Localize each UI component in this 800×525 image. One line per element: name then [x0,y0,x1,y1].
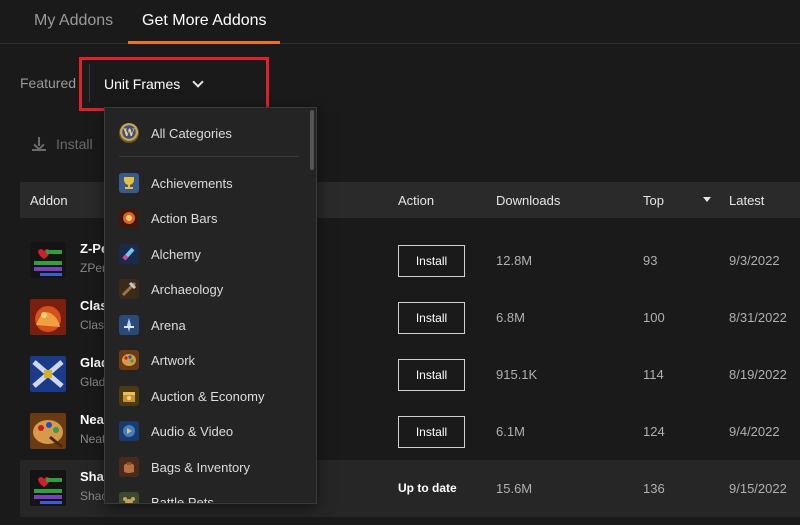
addon-author: Clas [80,318,105,332]
category-item-label: Arena [151,317,186,333]
wow-logo-icon: W [119,123,139,143]
category-item-label: Archaeology [151,281,224,297]
archaeology-icon [119,279,139,299]
category-item-label: All Categories [151,125,232,141]
install-selected-button[interactable]: Install [32,136,93,152]
category-item-action-bars[interactable]: Action Bars [119,206,217,230]
category-item-all-categories[interactable]: W All Categories [119,121,232,145]
addon-thumbnail [30,413,66,449]
column-header-action[interactable]: Action [398,193,434,208]
category-item-label: Achievements [151,175,233,191]
install-button[interactable]: Install [398,302,465,334]
arena-icon [119,315,139,335]
category-item-label: Bags & Inventory [151,459,250,475]
achievements-icon [119,173,139,193]
tab-my-addons[interactable]: My Addons [34,12,113,30]
category-item-label: Audio & Video [151,423,234,439]
alchemy-icon [119,244,139,264]
downloads-cell: 6.1M [496,424,525,439]
action-bars-icon [119,208,139,228]
install-button[interactable]: Install [398,359,465,391]
column-header-top[interactable]: Top [643,193,664,208]
sort-descending-icon[interactable] [703,197,711,202]
column-header-addon[interactable]: Addon [30,193,68,208]
up-to-date-status: Up to date [398,481,457,495]
category-item-alchemy[interactable]: Alchemy [119,242,201,266]
category-item-artwork[interactable]: Artwork [119,348,195,372]
downloads-cell: 12.8M [496,253,533,268]
addon-author: ZPer [80,261,107,275]
top-cell: 93 [643,253,658,268]
artwork-icon [119,350,139,370]
column-header-downloads[interactable]: Downloads [496,193,560,208]
install-button[interactable]: Install [398,416,465,448]
column-header-latest[interactable]: Latest [729,193,764,208]
category-item-arena[interactable]: Arena [119,313,186,337]
category-item-bags-inventory[interactable]: Bags & Inventory [119,455,250,479]
category-item-achievements[interactable]: Achievements [119,171,233,195]
category-dropdown[interactable]: Unit Frames [104,74,204,94]
addon-thumbnail [30,299,66,335]
latest-cell: 8/31/2022 [729,310,787,325]
filter-separator [89,64,90,102]
category-item-battle-pets[interactable]: Battle Pets [119,490,214,504]
dropdown-divider [119,156,299,157]
downloads-cell: 6.8M [496,310,525,325]
dropdown-scrollbar[interactable] [310,110,314,170]
latest-cell: 9/15/2022 [729,481,787,496]
downloads-cell: 15.6M [496,481,533,496]
addon-thumbnail [30,242,66,278]
category-item-label: Auction & Economy [151,388,265,404]
addon-thumbnail [30,356,66,392]
downloads-cell: 915.1K [496,367,538,382]
latest-cell: 9/4/2022 [729,424,780,439]
category-item-label: Alchemy [151,246,201,262]
audio-video-icon [119,421,139,441]
active-tab-indicator [128,41,280,44]
top-cell: 100 [643,310,665,325]
featured-filter-label[interactable]: Featured [20,75,76,91]
chevron-down-icon [192,76,204,88]
download-icon [32,137,46,151]
category-dropdown-menu[interactable]: W All Categories Achievements Action Bar… [104,107,317,504]
install-selected-label: Install [56,136,93,152]
addon-author: Neat [80,432,106,446]
tab-get-more-addons[interactable]: Get More Addons [142,12,267,30]
category-item-archaeology[interactable]: Archaeology [119,277,223,301]
top-cell: 136 [643,481,665,496]
latest-cell: 8/19/2022 [729,367,787,382]
addon-thumbnail [30,470,66,506]
category-item-auction-economy[interactable]: Auction & Economy [119,384,264,408]
category-item-audio-video[interactable]: Audio & Video [119,419,233,443]
addon-author: Glad [80,375,106,389]
top-cell: 124 [643,424,665,439]
category-dropdown-value: Unit Frames [104,76,181,92]
category-item-label: Action Bars [151,210,218,226]
category-item-label: Artwork [151,352,196,368]
tab-bar: My Addons Get More Addons [0,0,800,44]
auction-economy-icon [119,386,139,406]
top-cell: 114 [643,367,664,382]
bags-inventory-icon [119,457,139,477]
category-item-label: Battle Pets [151,494,214,504]
latest-cell: 9/3/2022 [729,253,780,268]
battle-pets-icon [119,492,139,503]
install-button[interactable]: Install [398,245,465,277]
